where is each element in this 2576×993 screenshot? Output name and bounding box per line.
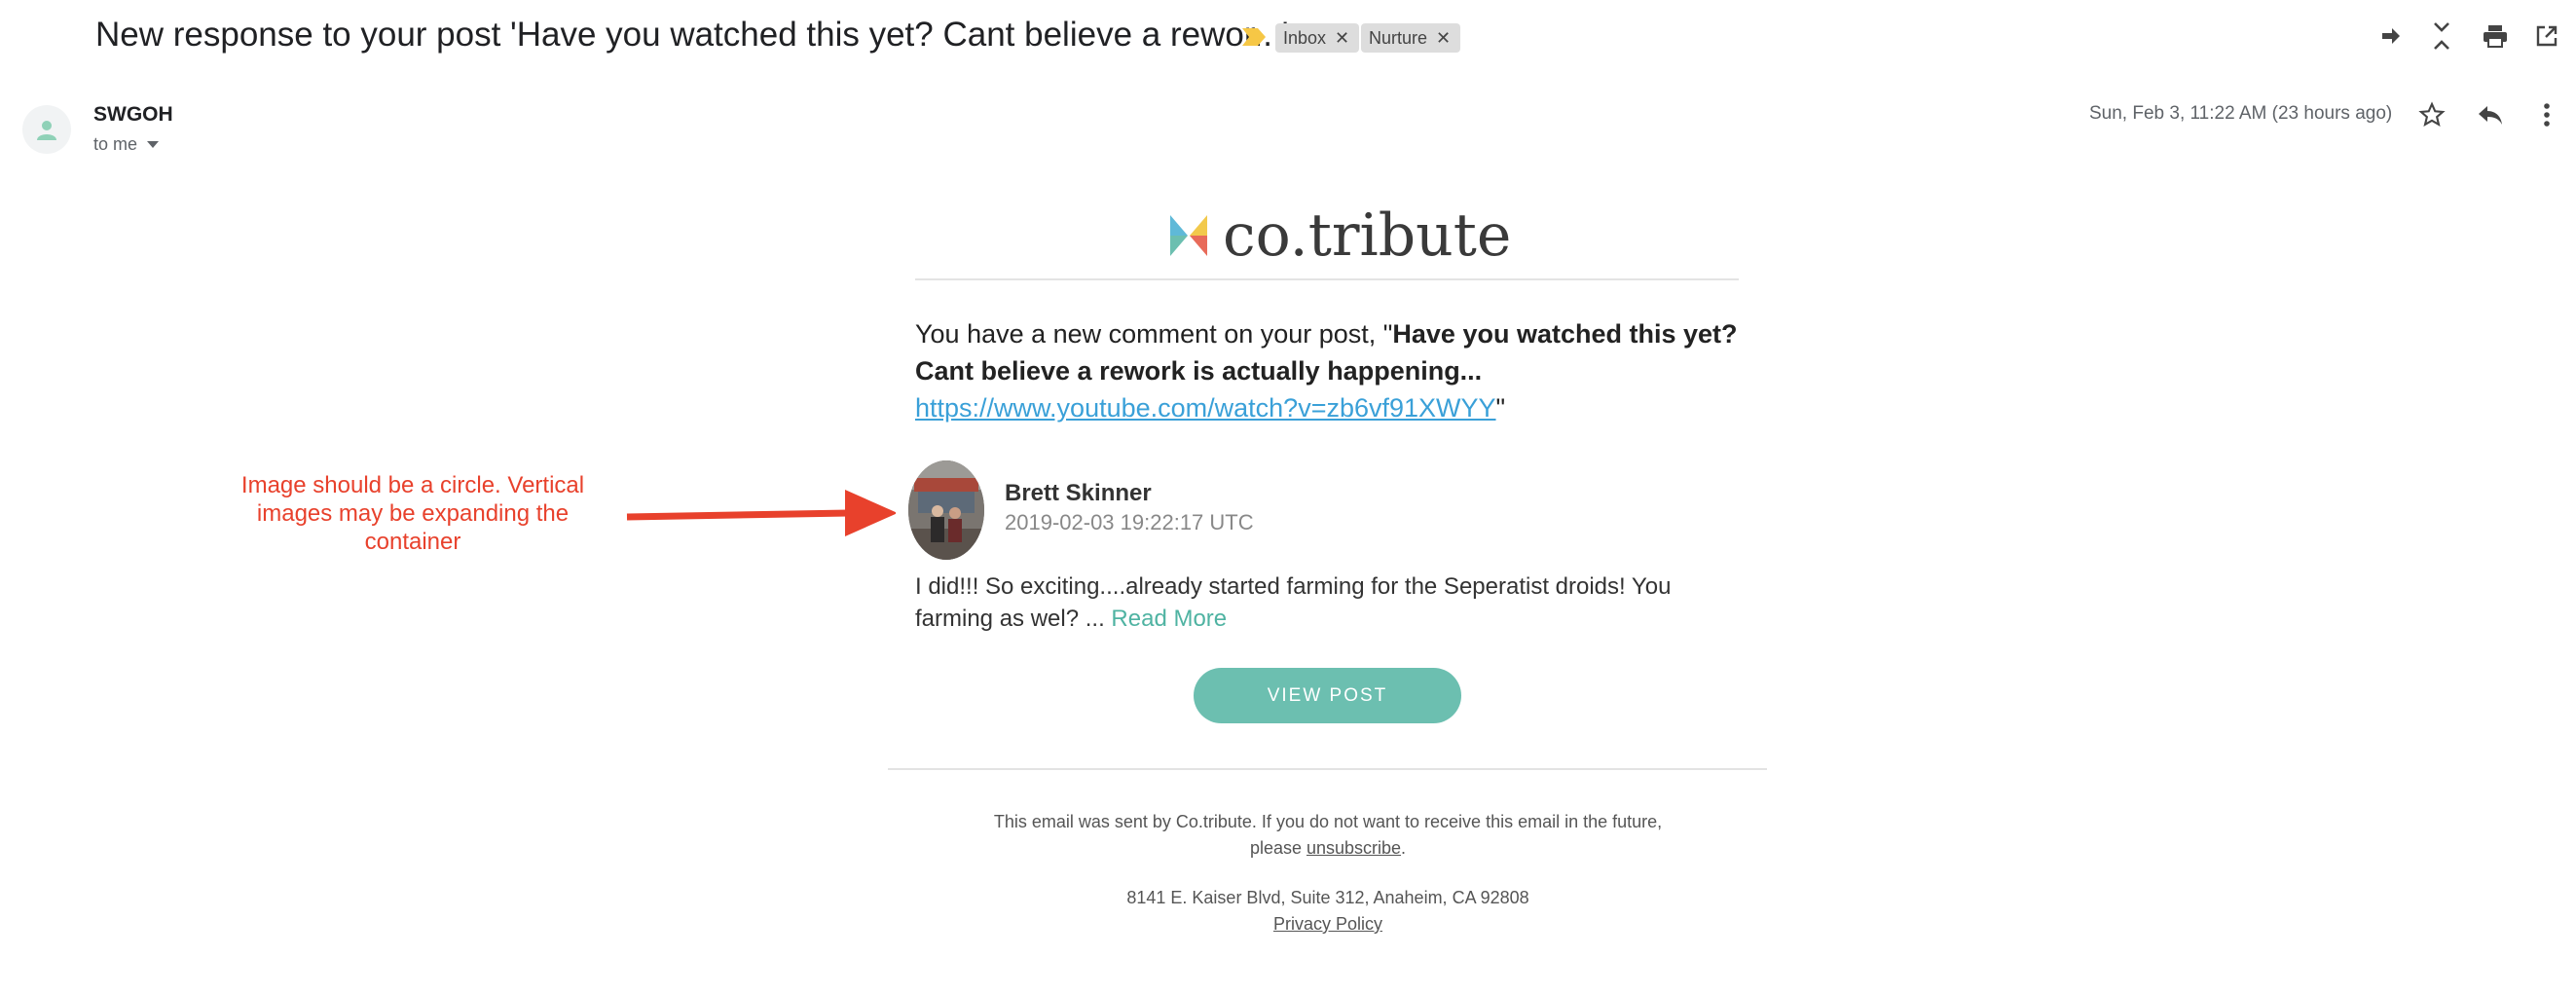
label-chip-inbox[interactable]: Inbox ✕ [1275,23,1360,53]
label-chip-nurture[interactable]: Nurture ✕ [1361,23,1461,53]
star-icon[interactable] [2415,98,2448,131]
comment-text-content: I did!!! So exciting....already started … [915,573,1672,632]
intro-suffix: " [1495,393,1506,423]
view-post-button[interactable]: VIEW POST [1194,668,1461,723]
forward-icon[interactable] [2374,19,2408,53]
remove-label-icon[interactable]: ✕ [1335,28,1349,49]
sender-avatar[interactable] [22,105,71,154]
remove-label-icon[interactable]: ✕ [1436,28,1451,49]
email-subject: New response to your post 'Have you watc… [95,16,1289,54]
footer-notice: This email was sent by Co.tribute. If yo… [841,809,1815,862]
cotribute-logo-icon [1170,215,1207,256]
footer-address-block: 8141 E. Kaiser Blvd, Suite 312, Anaheim,… [841,885,1815,938]
divider [915,278,1739,280]
footer-line2-prefix: please [1249,838,1306,858]
footer-line1: This email was sent by Co.tribute. If yo… [993,812,1663,831]
label-chip-text: Nurture [1369,27,1428,48]
chevron-down-icon [147,141,160,148]
annotation-note: Image should be a circle. Vertical image… [240,472,585,555]
collapse-icon[interactable] [2425,19,2458,53]
divider [888,768,1767,770]
footer-line2-suffix: . [1401,838,1407,858]
commenter-avatar-image[interactable] [908,460,984,560]
reply-icon[interactable] [2474,98,2507,131]
commenter-name: Brett Skinner [1005,480,1152,506]
important-marker-icon[interactable] [1242,28,1266,46]
more-vert-icon[interactable] [2530,98,2563,131]
email-date: Sun, Feb 3, 11:22 AM (23 hours ago) [2089,103,2393,124]
sender-name[interactable]: SWGOH [93,103,173,127]
person-icon [37,121,56,140]
cotribute-logo: co.tribute [1168,206,1511,265]
logo-wordmark: co.tribute [1223,202,1512,270]
comment-intro: You have a new comment on your post, "Ha… [915,315,1762,426]
recipient-label: to me [93,134,138,154]
print-icon[interactable] [2479,19,2512,53]
unsubscribe-link[interactable]: unsubscribe [1306,838,1401,858]
open-new-window-icon[interactable] [2530,19,2563,53]
intro-prefix: You have a new comment on your post, " [915,319,1393,349]
annotation-arrow-icon [626,490,896,536]
comment-text: I did!!! So exciting....already started … [915,570,1752,635]
comment-timestamp: 2019-02-03 19:22:17 UTC [1005,510,1254,534]
post-link[interactable]: https://www.youtube.com/watch?v=zb6vf91X… [915,393,1496,423]
label-chip-text: Inbox [1283,27,1327,48]
read-more-link[interactable]: Read More [1111,606,1227,632]
privacy-policy-link[interactable]: Privacy Policy [1273,914,1382,934]
footer-address: 8141 E. Kaiser Blvd, Suite 312, Anaheim,… [1126,888,1529,907]
recipient-details-toggle[interactable]: to me [93,134,160,155]
